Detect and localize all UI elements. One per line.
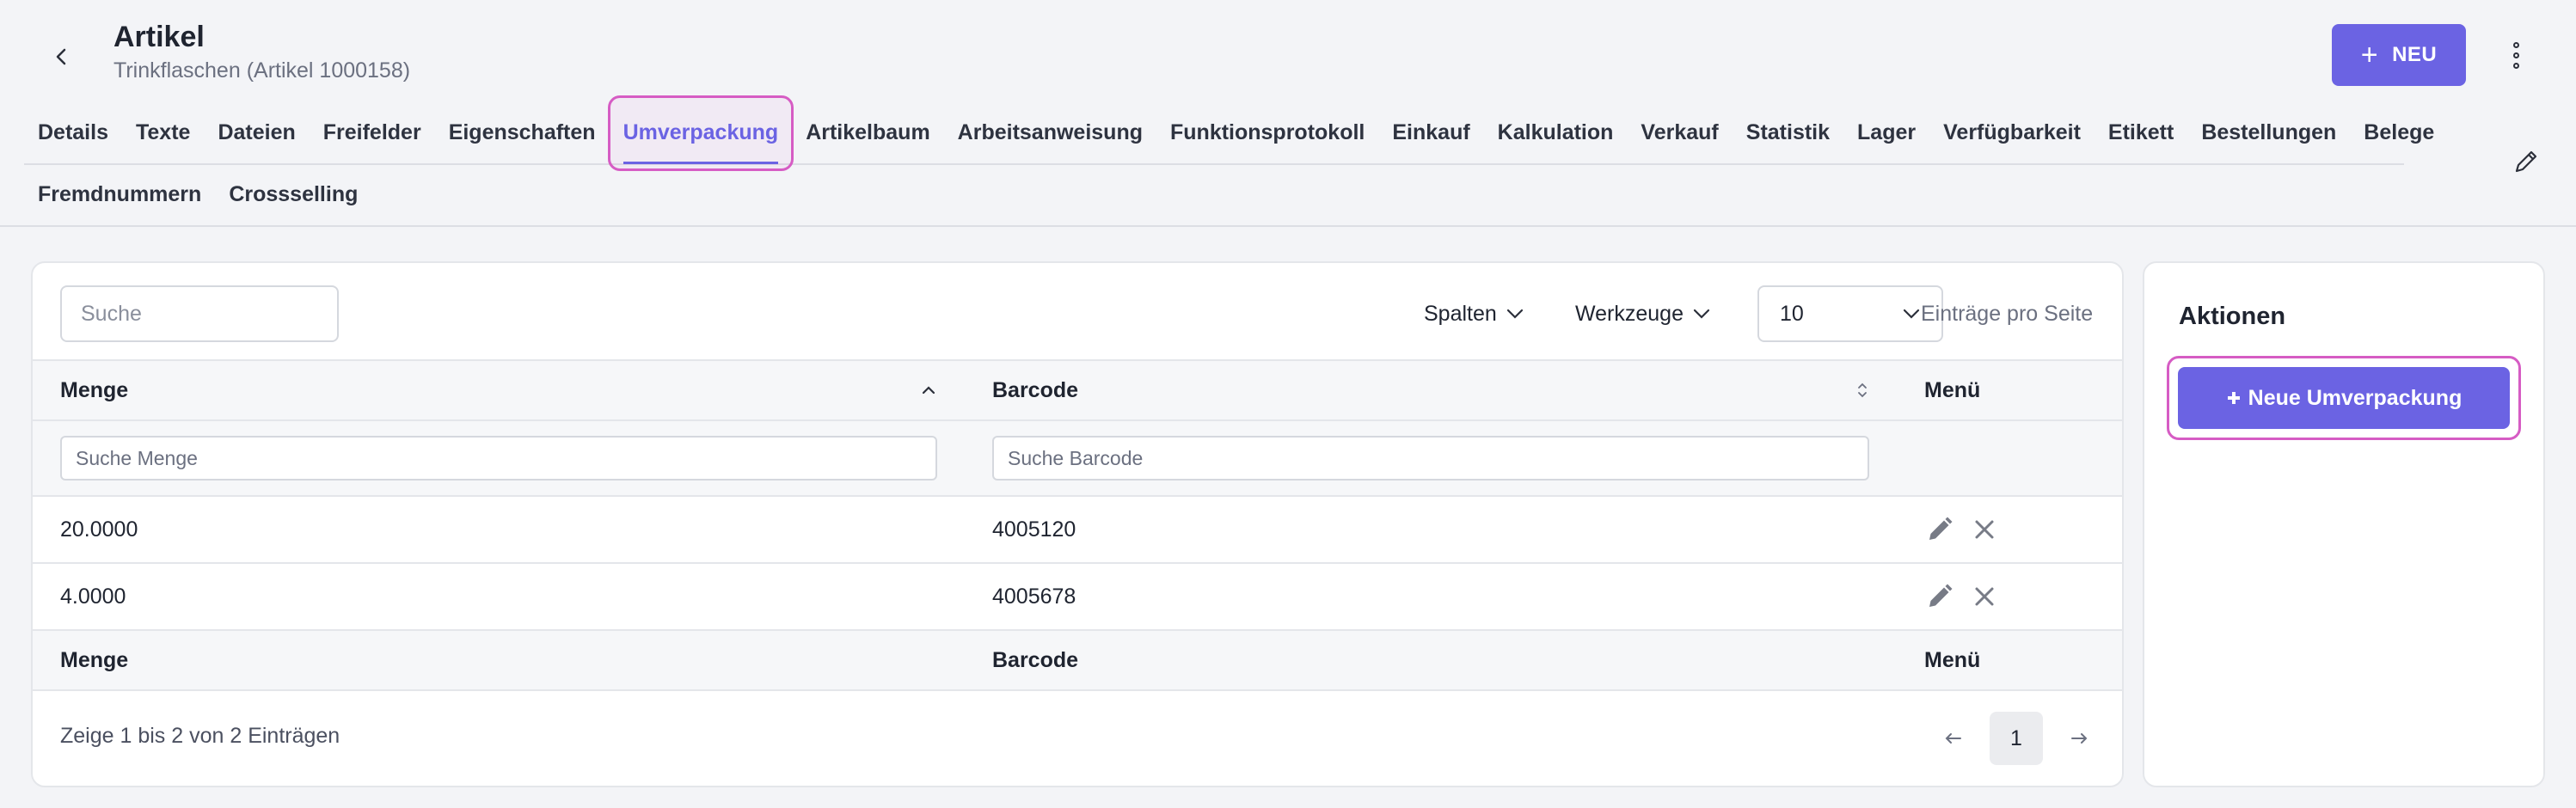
tab-belege[interactable]: Belege xyxy=(2350,101,2448,164)
edit-icon[interactable] xyxy=(1924,581,1955,612)
plus-icon xyxy=(2227,392,2240,404)
tab-artikelbaum[interactable]: Artikelbaum xyxy=(792,101,943,164)
page-number-button[interactable]: 1 xyxy=(1990,712,2043,765)
plus-icon: + xyxy=(2360,39,2379,71)
cell-barcode: 4005120 xyxy=(965,496,1897,564)
tab-arbeitsanweisung[interactable]: Arbeitsanweisung xyxy=(944,101,1156,164)
cell-menge: 20.0000 xyxy=(33,496,965,564)
tab-verfuegbarkeit[interactable]: Verfügbarkeit xyxy=(1929,101,2095,164)
page-subtitle: Trinkflaschen (Artikel 1000158) xyxy=(113,58,411,83)
umverpackung-table-card: Spalten Werkzeuge 10 Einträge pro Seite … xyxy=(31,261,2124,787)
filter-menu-empty xyxy=(1897,420,2122,497)
pagination-info: Zeige 1 bis 2 von 2 Einträgen xyxy=(60,724,340,748)
tab-einkauf[interactable]: Einkauf xyxy=(1378,101,1483,164)
tools-dropdown[interactable]: Werkzeuge xyxy=(1575,285,1711,342)
tab-freifelder[interactable]: Freifelder xyxy=(310,101,435,164)
tools-dropdown-label: Werkzeuge xyxy=(1575,301,1684,326)
delete-icon[interactable] xyxy=(1969,514,2000,545)
tab-eigenschaften[interactable]: Eigenschaften xyxy=(435,101,610,164)
tab-crossselling[interactable]: Crossselling xyxy=(215,162,371,226)
column-header-menge[interactable]: Menge xyxy=(33,359,965,421)
header-divider xyxy=(0,225,2576,227)
next-page-button[interactable] xyxy=(2058,712,2100,765)
tab-dateien[interactable]: Dateien xyxy=(204,101,309,164)
column-header-menge-label: Menge xyxy=(60,377,129,402)
actions-title: Aktionen xyxy=(2179,303,2286,330)
arrow-right-icon xyxy=(2071,733,2088,744)
table-row: 4.0000 4005678 xyxy=(33,563,2122,631)
tab-texte[interactable]: Texte xyxy=(122,101,204,164)
tab-bestellungen[interactable]: Bestellungen xyxy=(2187,101,2350,164)
chevron-down-icon xyxy=(1693,309,1710,319)
edit-icon[interactable] xyxy=(1924,514,1955,545)
tab-fremdnummern[interactable]: Fremdnummern xyxy=(24,162,215,226)
prev-page-button[interactable] xyxy=(1933,712,1974,765)
table-row: 20.0000 4005120 xyxy=(33,496,2122,564)
tab-bar-row2: Fremdnummern Crossselling xyxy=(24,165,371,223)
tab-umverpackung-label: Umverpackung xyxy=(623,119,779,144)
columns-dropdown-label: Spalten xyxy=(1424,301,1497,326)
chevron-left-icon xyxy=(56,48,66,65)
tab-lager[interactable]: Lager xyxy=(1843,101,1929,164)
sort-ascending-icon xyxy=(922,386,935,395)
new-umverpackung-button[interactable]: Neue Umverpackung xyxy=(2178,367,2510,429)
delete-icon[interactable] xyxy=(1969,581,2000,612)
per-page-select[interactable]: 10 xyxy=(1757,285,1943,342)
page-title: Artikel xyxy=(113,21,205,53)
tab-kalkulation[interactable]: Kalkulation xyxy=(1484,101,1628,164)
new-umverpackung-label: Neue Umverpackung xyxy=(2248,385,2463,410)
per-page-label: Einträge pro Seite xyxy=(1921,301,2094,326)
back-button[interactable] xyxy=(41,36,83,77)
sort-unsorted-icon xyxy=(1858,383,1867,398)
chevron-down-icon xyxy=(1506,309,1523,319)
cell-menge: 4.0000 xyxy=(33,563,965,631)
column-footer-menge: Menge xyxy=(33,630,965,691)
tab-bar: Details Texte Dateien Freifelder Eigensc… xyxy=(24,95,2434,171)
per-page-value: 10 xyxy=(1780,301,1804,326)
filter-barcode-input[interactable] xyxy=(992,436,1869,481)
tab-etikett[interactable]: Etikett xyxy=(2095,101,2187,164)
tab-verkauf[interactable]: Verkauf xyxy=(1627,101,1732,164)
tab-details[interactable]: Details xyxy=(24,101,122,164)
actions-panel: Aktionen Neue Umverpackung xyxy=(2143,261,2545,787)
tab-funktionsprotokoll[interactable]: Funktionsprotokoll xyxy=(1156,101,1378,164)
columns-dropdown[interactable]: Spalten xyxy=(1424,285,1524,342)
column-header-barcode[interactable]: Barcode xyxy=(965,359,1897,421)
chevron-down-icon xyxy=(1903,309,1920,319)
search-input[interactable] xyxy=(60,285,339,342)
pagination: 1 xyxy=(1933,712,2100,765)
cell-barcode: 4005678 xyxy=(965,563,1897,631)
column-header-barcode-label: Barcode xyxy=(992,377,1079,402)
tab-umverpackung[interactable]: Umverpackung xyxy=(607,95,794,171)
arrow-left-icon xyxy=(1945,733,1961,744)
tab-statistik[interactable]: Statistik xyxy=(1733,101,1843,164)
new-button[interactable]: + NEU xyxy=(2332,24,2466,86)
column-header-menu: Menü xyxy=(1897,359,2122,421)
more-menu-icon[interactable] xyxy=(2497,34,2535,76)
column-footer-barcode: Barcode xyxy=(965,630,1897,691)
edit-tabs-icon[interactable] xyxy=(2511,146,2542,177)
column-footer-menu: Menü xyxy=(1897,630,2122,691)
new-umverpackung-highlight: Neue Umverpackung xyxy=(2167,356,2521,440)
umverpackung-table: Menge Barcode Menü 20 xyxy=(33,359,2122,691)
filter-menge-input[interactable] xyxy=(60,436,937,481)
new-button-label: NEU xyxy=(2392,43,2438,66)
